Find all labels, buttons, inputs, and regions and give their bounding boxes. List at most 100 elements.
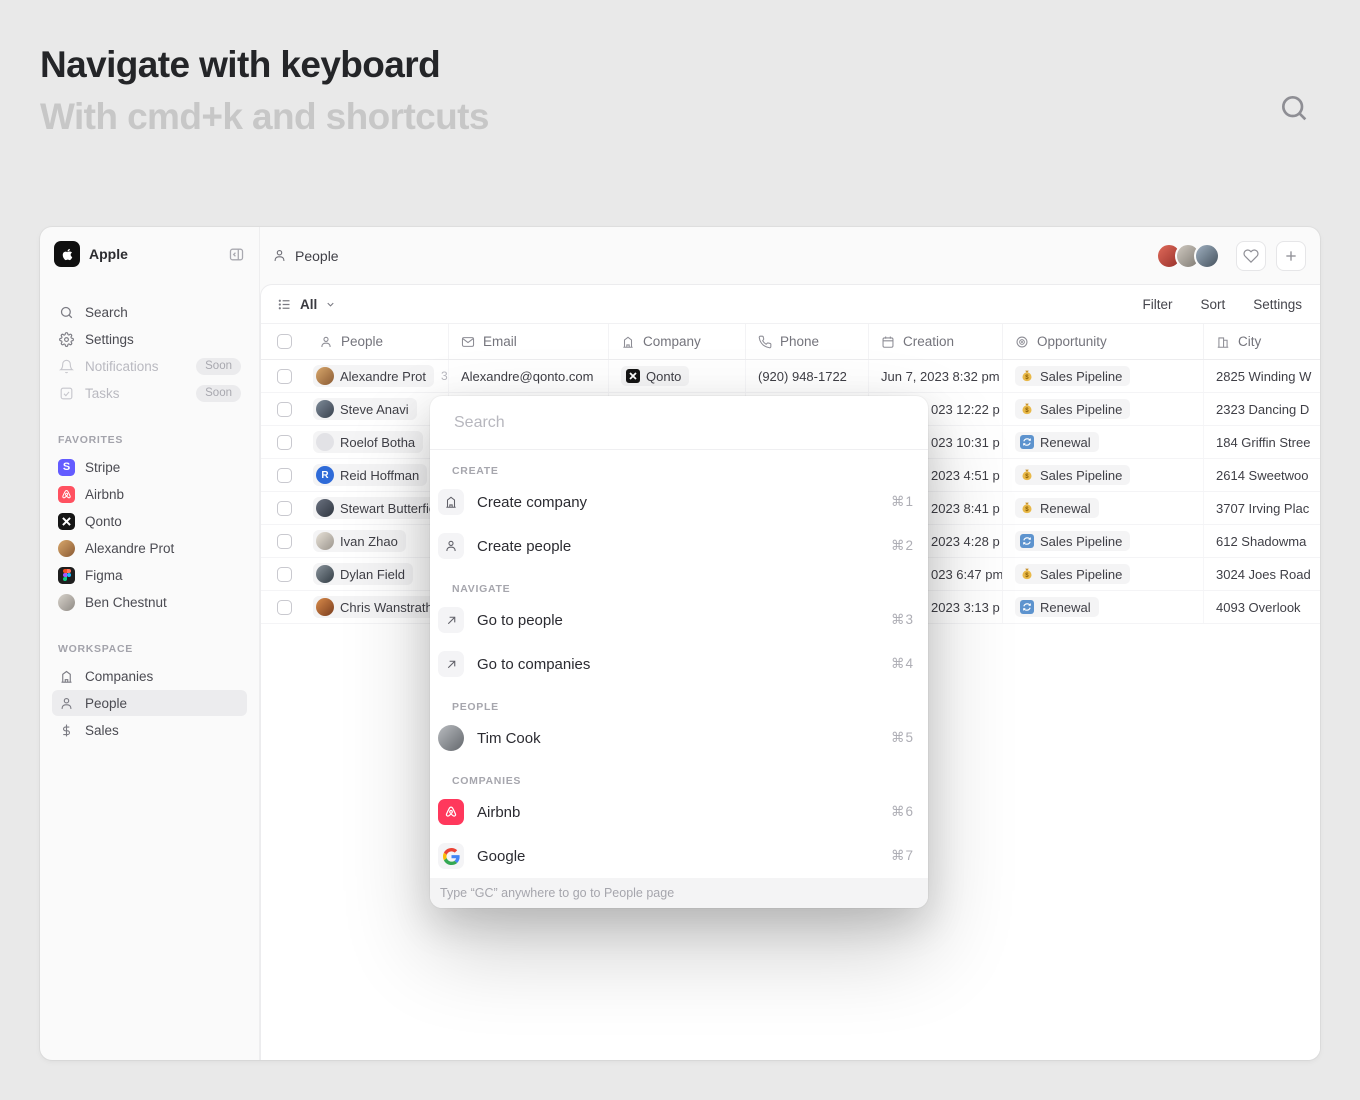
command-create-company[interactable]: Create company ⌘1 bbox=[430, 480, 928, 524]
opportunity-chip[interactable]: $Renewal bbox=[1015, 498, 1099, 518]
column-creation[interactable]: Creation bbox=[869, 324, 1003, 359]
command-go-to-people[interactable]: Go to people ⌘3 bbox=[430, 598, 928, 642]
avatar bbox=[316, 367, 334, 385]
opportunity-chip[interactable]: Renewal bbox=[1015, 432, 1099, 452]
city-cell: 3024 Joes Road bbox=[1204, 558, 1320, 590]
person-icon bbox=[319, 335, 333, 349]
search-icon[interactable] bbox=[1278, 92, 1310, 124]
command-create-people[interactable]: Create people ⌘2 bbox=[430, 524, 928, 568]
row-checkbox[interactable] bbox=[277, 600, 292, 615]
row-checkbox[interactable] bbox=[277, 534, 292, 549]
city-cell: 184 Griffin Stree bbox=[1204, 426, 1320, 458]
sidebar-item-label: Tasks bbox=[85, 386, 120, 401]
row-checkbox[interactable] bbox=[277, 369, 292, 384]
sidebar-item-people[interactable]: People bbox=[52, 690, 247, 716]
gear-icon bbox=[58, 332, 75, 347]
opportunity-chip[interactable]: $Sales Pipeline bbox=[1015, 564, 1130, 584]
avatar bbox=[316, 565, 334, 583]
person-cell: Dylan Field bbox=[307, 558, 449, 590]
list-view-icon bbox=[277, 297, 292, 312]
filter-button[interactable]: Filter bbox=[1142, 297, 1172, 312]
window-topbar: People bbox=[260, 227, 1320, 284]
favorite-airbnb[interactable]: Airbnb bbox=[52, 481, 247, 507]
opportunity-chip[interactable]: $Sales Pipeline bbox=[1015, 465, 1130, 485]
row-checkbox[interactable] bbox=[277, 567, 292, 582]
workspace-name: Apple bbox=[89, 246, 219, 262]
opportunity-chip[interactable]: Sales Pipeline bbox=[1015, 531, 1130, 551]
person-name: Steve Anavi bbox=[340, 402, 409, 417]
person-chip[interactable]: Dylan Field bbox=[313, 563, 413, 585]
person-chip[interactable]: Alexandre Prot bbox=[313, 365, 434, 387]
command-go-to-companies[interactable]: Go to companies ⌘4 bbox=[430, 642, 928, 686]
column-phone[interactable]: Phone bbox=[746, 324, 869, 359]
person-chip[interactable]: Ivan Zhao bbox=[313, 530, 406, 552]
sidebar: Apple Search Settings Notifications Soon bbox=[40, 227, 260, 1060]
sidebar-item-settings[interactable]: Settings bbox=[52, 326, 247, 352]
favorite-stripe[interactable]: S Stripe bbox=[52, 454, 247, 480]
person-chip[interactable]: R Reid Hoffman bbox=[313, 464, 427, 486]
favorite-heart-button[interactable] bbox=[1236, 241, 1266, 271]
person-name: Reid Hoffman bbox=[340, 468, 419, 483]
favorite-alexandre-prot[interactable]: Alexandre Prot bbox=[52, 535, 247, 561]
command-palette-hint: Type “GC” anywhere to go to People page bbox=[430, 878, 928, 908]
favorites-section-label: FAVORITES bbox=[58, 434, 241, 446]
workspace-section-label: WORKSPACE bbox=[58, 643, 241, 655]
teammate-avatars bbox=[1163, 243, 1220, 269]
city-cell: 2825 Winding W bbox=[1204, 360, 1320, 392]
person-name: Alexandre Prot bbox=[340, 369, 426, 384]
opportunity-chip[interactable]: $Sales Pipeline bbox=[1015, 399, 1130, 419]
row-checkbox[interactable] bbox=[277, 468, 292, 483]
column-city[interactable]: City bbox=[1204, 324, 1320, 359]
city-cell: 2323 Dancing D bbox=[1204, 393, 1320, 425]
avatar: R bbox=[316, 466, 334, 484]
avatar bbox=[316, 499, 334, 517]
sort-button[interactable]: Sort bbox=[1200, 297, 1225, 312]
person-chip[interactable]: Roelof Botha bbox=[313, 431, 423, 453]
row-checkbox[interactable] bbox=[277, 402, 292, 417]
avatar bbox=[316, 400, 334, 418]
person-chip[interactable]: Stewart Butterfield bbox=[313, 497, 449, 519]
shortcut-label: ⌘2 bbox=[891, 538, 914, 554]
command-search-input[interactable] bbox=[452, 413, 906, 433]
row-checkbox[interactable] bbox=[277, 501, 292, 516]
row-checkbox[interactable] bbox=[277, 435, 292, 450]
section-label-create: CREATE bbox=[430, 450, 928, 480]
section-label-navigate: NAVIGATE bbox=[430, 568, 928, 598]
breadcrumb[interactable]: People bbox=[272, 248, 339, 264]
favorite-qonto[interactable]: Qonto bbox=[52, 508, 247, 534]
phone-cell: (920) 948-1722 bbox=[746, 360, 869, 392]
opportunity-chip[interactable]: $Sales Pipeline bbox=[1015, 366, 1130, 386]
opportunity-chip[interactable]: Renewal bbox=[1015, 597, 1099, 617]
column-people[interactable]: People bbox=[307, 324, 449, 359]
column-company[interactable]: Company bbox=[609, 324, 746, 359]
settings-button[interactable]: Settings bbox=[1253, 297, 1302, 312]
airbnb-logo-icon bbox=[58, 486, 75, 503]
command-company-google[interactable]: Google ⌘7 bbox=[430, 834, 928, 878]
favorite-ben-chestnut[interactable]: Ben Chestnut bbox=[52, 589, 247, 615]
column-opportunity[interactable]: Opportunity bbox=[1003, 324, 1204, 359]
company-chip[interactable]: Qonto bbox=[621, 366, 689, 386]
person-chip[interactable]: Steve Anavi bbox=[313, 398, 417, 420]
workspace-switcher[interactable]: Apple bbox=[52, 241, 247, 267]
command-person-tim-cook[interactable]: Tim Cook ⌘5 bbox=[430, 716, 928, 760]
sidebar-item-companies[interactable]: Companies bbox=[52, 663, 247, 689]
sidebar-item-search[interactable]: Search bbox=[52, 299, 247, 325]
select-all-checkbox[interactable] bbox=[277, 334, 292, 349]
shortcut-label: ⌘1 bbox=[891, 494, 914, 510]
column-email[interactable]: Email bbox=[449, 324, 609, 359]
view-selector[interactable]: All bbox=[277, 297, 336, 312]
opportunity-cell: Sales Pipeline bbox=[1003, 525, 1204, 557]
section-label-companies: COMPANIES bbox=[430, 760, 928, 790]
avatar bbox=[58, 540, 75, 557]
favorite-figma[interactable]: Figma bbox=[52, 562, 247, 588]
city-cell: 612 Shadowma bbox=[1204, 525, 1320, 557]
add-view-button[interactable] bbox=[1276, 241, 1306, 271]
view-label: All bbox=[300, 297, 317, 312]
sidebar-item-tasks: Tasks Soon bbox=[52, 380, 247, 406]
person-chip[interactable]: Chris Wanstrath bbox=[313, 596, 441, 618]
page-subtitle: With cmd+k and shortcuts bbox=[40, 96, 1360, 138]
command-company-airbnb[interactable]: Airbnb ⌘6 bbox=[430, 790, 928, 834]
google-logo-icon bbox=[438, 843, 464, 869]
sidebar-collapse-icon[interactable] bbox=[228, 246, 245, 263]
sidebar-item-sales[interactable]: Sales bbox=[52, 717, 247, 743]
